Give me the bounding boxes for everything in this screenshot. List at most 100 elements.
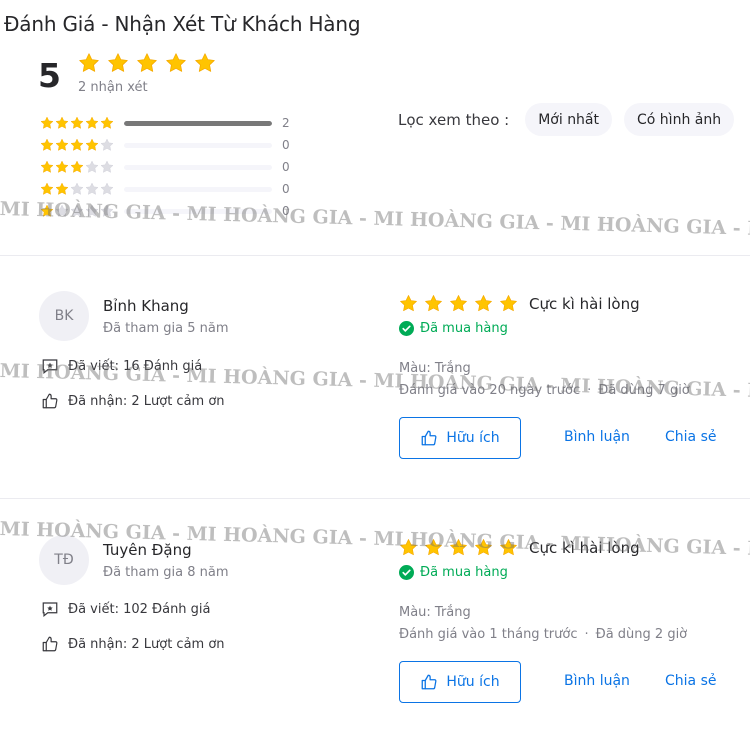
distribution-count: 0 <box>282 182 290 196</box>
distribution-row-5[interactable]: 2 <box>40 112 294 134</box>
star-icon <box>40 204 54 218</box>
star-icon <box>40 116 54 130</box>
star-icon <box>399 538 418 557</box>
share-link[interactable]: Chia sẻ <box>665 429 716 445</box>
star-icon <box>40 138 54 152</box>
thumbs-up-icon <box>420 429 438 447</box>
useful-button[interactable]: Hữu ích <box>399 417 521 459</box>
reviewer-name: Tuyên Đặng <box>103 541 192 559</box>
star-icon <box>474 538 493 557</box>
thanks-count-text: Đã nhận: 2 Lượt cảm ơn <box>68 636 225 652</box>
comment-link[interactable]: Bình luận <box>564 673 630 689</box>
reviewer-joined: Đã tham gia 8 năm <box>103 565 229 580</box>
separator-dot: · <box>584 627 589 642</box>
distribution-bar <box>124 208 272 214</box>
distribution-row-1[interactable]: 0 <box>40 200 294 222</box>
star-icon <box>449 538 468 557</box>
star-empty-icon <box>70 204 84 218</box>
divider <box>0 255 750 256</box>
star-icon <box>85 116 99 130</box>
star-icon <box>499 538 518 557</box>
comment-star-icon <box>40 356 60 376</box>
distribution-stars <box>40 204 116 218</box>
distribution-row-4[interactable]: 0 <box>40 134 294 156</box>
review-stars <box>399 538 518 557</box>
divider <box>0 498 750 499</box>
star-icon <box>399 294 418 313</box>
comment-star-icon <box>40 599 60 619</box>
useful-button[interactable]: Hữu ích <box>399 661 521 703</box>
star-icon <box>55 160 69 174</box>
reviewer-name: Bỉnh Khang <box>103 297 189 315</box>
review-filter: Lọc xem theo : Mới nhất Có hình ảnh <box>398 103 746 136</box>
share-link[interactable]: Chia sẻ <box>665 673 716 689</box>
rating-distribution: 2 0 0 0 0 <box>40 112 294 222</box>
avatar: BK <box>39 291 89 341</box>
star-empty-icon <box>100 138 114 152</box>
review-verdict: Cực kì hài lòng <box>529 295 640 313</box>
distribution-bar <box>124 186 272 192</box>
star-icon <box>136 52 158 74</box>
useful-label: Hữu ích <box>446 430 500 446</box>
distribution-stars <box>40 182 116 196</box>
star-empty-icon <box>100 182 114 196</box>
usage-time: Đã dùng 2 giờ <box>595 627 688 642</box>
thumbs-up-icon <box>40 634 60 654</box>
review-verdict: Cực kì hài lòng <box>529 539 640 557</box>
reviewer-written-count: Đã viết: 102 Đánh giá <box>40 599 211 619</box>
thumbs-up-icon <box>40 391 60 411</box>
distribution-row-2[interactable]: 0 <box>40 178 294 200</box>
page-title: Đánh Giá - Nhận Xét Từ Khách Hàng <box>4 12 361 36</box>
star-icon <box>70 160 84 174</box>
useful-label: Hữu ích <box>446 674 500 690</box>
distribution-count: 0 <box>282 138 290 152</box>
star-icon <box>449 294 468 313</box>
distribution-bar <box>124 120 272 126</box>
star-icon <box>78 52 100 74</box>
filter-chip-newest[interactable]: Mới nhất <box>525 103 613 136</box>
star-icon <box>499 294 518 313</box>
star-icon <box>55 182 69 196</box>
review-date: Đánh giá vào 20 ngày trước <box>399 383 581 398</box>
review-item: TĐ Tuyên Đặng Đã tham gia 8 năm Đã viết:… <box>0 535 750 750</box>
distribution-row-3[interactable]: 0 <box>40 156 294 178</box>
thumbs-up-icon <box>420 673 438 691</box>
review-date: Đánh giá vào 1 tháng trước <box>399 627 578 642</box>
star-icon <box>474 294 493 313</box>
distribution-stars <box>40 160 116 174</box>
distribution-count: 0 <box>282 160 290 174</box>
distribution-bar <box>124 142 272 148</box>
comment-link[interactable]: Bình luận <box>564 429 630 445</box>
star-empty-icon <box>100 204 114 218</box>
star-empty-icon <box>85 182 99 196</box>
star-icon <box>70 138 84 152</box>
product-attribute: Màu: Trắng <box>399 605 471 620</box>
star-empty-icon <box>85 160 99 174</box>
star-icon <box>194 52 216 74</box>
star-icon <box>424 294 443 313</box>
usage-time: Đã dùng 7 giờ <box>598 383 690 398</box>
star-empty-icon <box>100 160 114 174</box>
average-stars <box>78 52 216 74</box>
purchase-text: Đã mua hàng <box>420 565 508 580</box>
star-icon <box>55 138 69 152</box>
separator-dot: · <box>587 383 592 398</box>
star-icon <box>165 52 187 74</box>
distribution-bar <box>124 164 272 170</box>
review-meta: Đánh giá vào 20 ngày trước · Đã dùng 7 g… <box>399 383 690 398</box>
purchase-badge: Đã mua hàng <box>399 565 508 580</box>
distribution-count: 0 <box>282 204 290 218</box>
reviewer-written-count: Đã viết: 16 Đánh giá <box>40 356 202 376</box>
written-count-text: Đã viết: 102 Đánh giá <box>68 601 211 617</box>
star-icon <box>70 116 84 130</box>
star-icon <box>107 52 129 74</box>
product-attribute: Màu: Trắng <box>399 361 471 376</box>
purchase-text: Đã mua hàng <box>420 321 508 336</box>
filter-chip-with-images[interactable]: Có hình ảnh <box>624 103 735 136</box>
reviewer-thanks-count: Đã nhận: 2 Lượt cảm ơn <box>40 391 225 411</box>
check-circle-icon <box>399 565 414 580</box>
distribution-bar-fill <box>124 120 272 126</box>
star-icon <box>85 138 99 152</box>
distribution-count: 2 <box>282 116 290 130</box>
star-icon <box>100 116 114 130</box>
